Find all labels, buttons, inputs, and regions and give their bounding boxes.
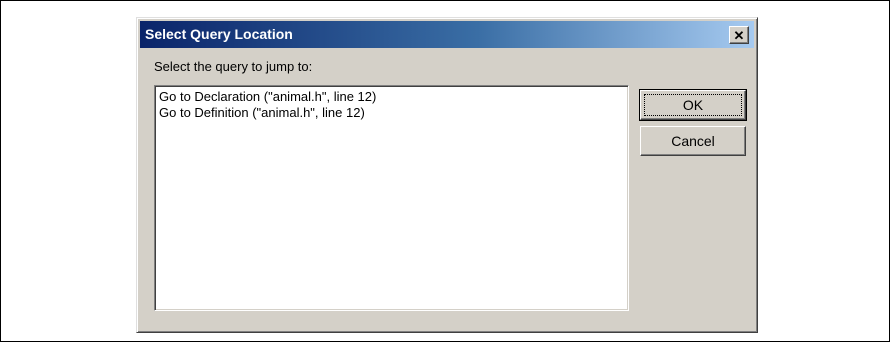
title-bar[interactable]: Select Query Location ✕ (140, 21, 754, 48)
close-icon: ✕ (733, 27, 745, 43)
close-button[interactable]: ✕ (729, 26, 749, 44)
focus-rectangle (644, 94, 742, 116)
ok-button[interactable]: OK (639, 89, 747, 121)
list-item-declaration[interactable]: Go to Declaration ("animal.h", line 12) (159, 89, 624, 105)
prompt-label: Select the query to jump to: (154, 59, 313, 74)
cancel-button-label: Cancel (671, 133, 715, 149)
select-query-location-dialog: Select Query Location ✕ Select the query… (136, 17, 758, 333)
list-item-definition[interactable]: Go to Definition ("animal.h", line 12) (159, 105, 624, 121)
cancel-button[interactable]: Cancel (640, 126, 746, 156)
screenshot-frame: Select Query Location ✕ Select the query… (0, 0, 890, 342)
query-listbox[interactable]: Go to Declaration ("animal.h", line 12) … (154, 85, 629, 311)
dialog-title: Select Query Location (145, 26, 293, 42)
